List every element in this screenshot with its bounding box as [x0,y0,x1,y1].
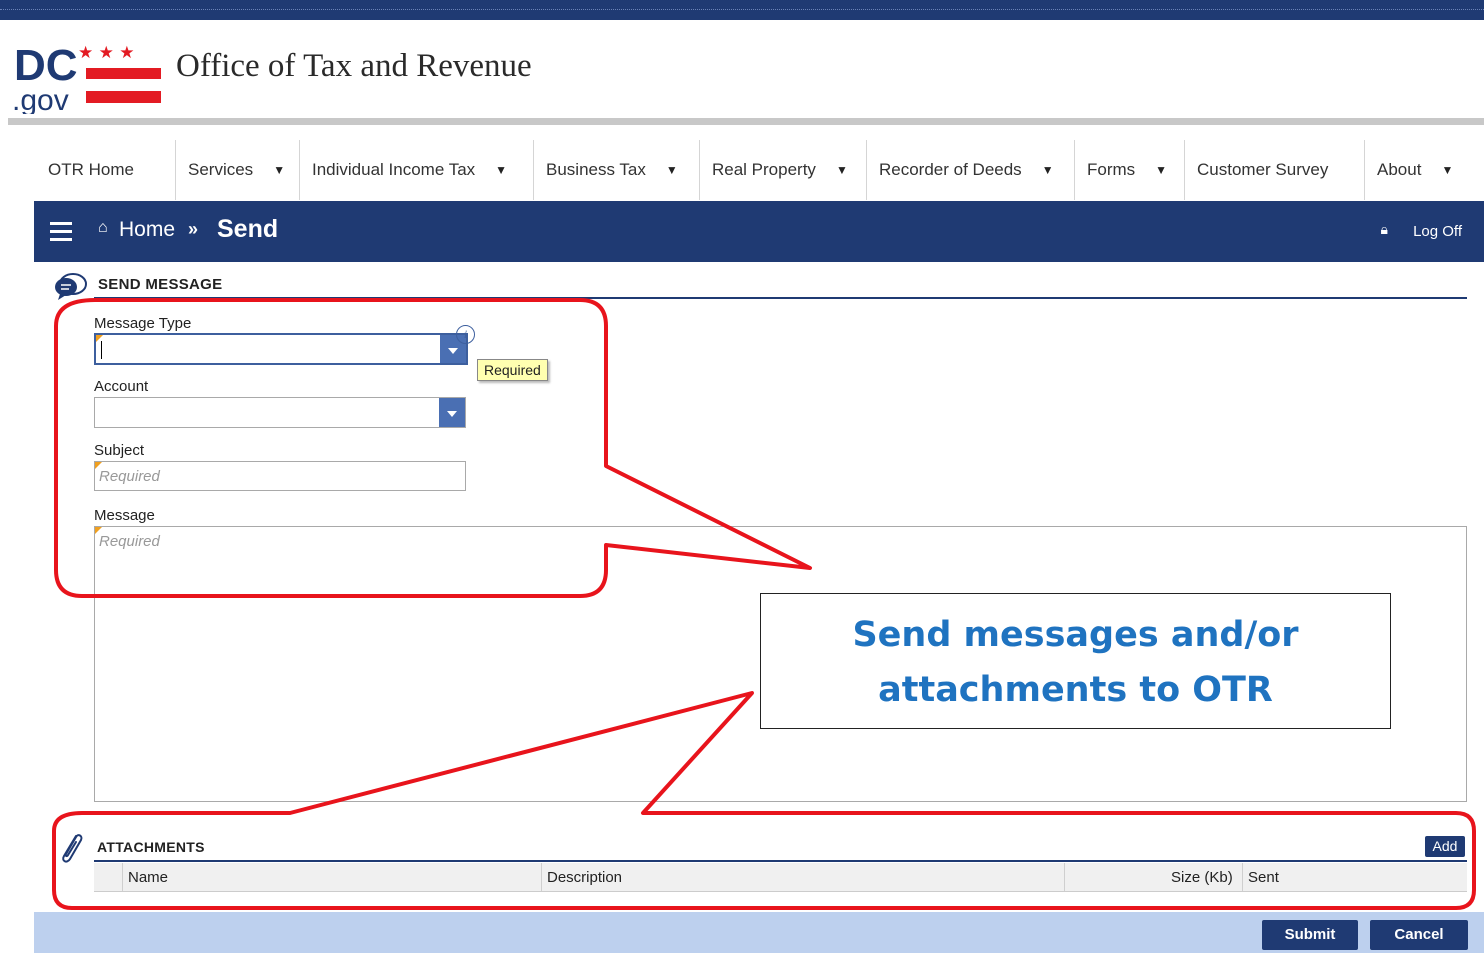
nav-label: OTR Home [48,160,134,179]
logo-dc-text: DC [14,41,78,90]
paperclip-icon [62,834,83,863]
column-header-sent[interactable]: Sent [1248,869,1279,886]
callout-box: Send messages and/or attachments to OTR [760,593,1391,729]
message-placeholder: Required [99,533,160,550]
menu-icon[interactable] [50,222,72,246]
dropdown-arrow-icon[interactable] [439,398,465,427]
nav-label: About [1377,160,1422,179]
nav-label: Individual Income Tax [312,160,476,179]
chevron-down-icon: ▼ [835,163,848,177]
header-divider [8,118,1484,125]
nav-item-individual-income-tax[interactable]: Individual Income Tax ▼ [300,140,534,200]
callout-line-2: attachments to OTR [878,670,1273,710]
message-type-label: Message Type [94,315,192,332]
nav-label: Forms [1087,160,1136,179]
submit-button[interactable]: Submit [1262,920,1358,950]
svg-text:★ ★ ★: ★ ★ ★ [78,43,135,63]
account-select[interactable] [94,397,466,428]
nav-item-forms[interactable]: Forms ▼ [1075,140,1185,200]
section-title-attachments: ATTACHMENTS [97,839,205,855]
site-title: Office of Tax and Revenue [176,48,532,84]
main-nav: OTR Home Services ▼ Individual Income Tax… [36,140,1484,200]
chevron-down-icon: ▼ [665,163,678,177]
speech-bubbles-icon [55,273,87,300]
dc-gov-logo[interactable]: DC .gov ★ ★ ★ [12,38,164,114]
column-header-description[interactable]: Description [547,869,622,886]
column-header-name[interactable]: Name [128,869,168,886]
cancel-button[interactable]: Cancel [1370,920,1468,950]
page-title: Send [217,215,279,243]
home-icon: ⌂ [98,219,108,236]
chevron-down-icon: ▼ [495,163,508,177]
nav-item-otr-home[interactable]: OTR Home [36,140,176,200]
attachments-divider [94,860,1467,862]
column-header-size[interactable]: Size (Kb) [1171,869,1233,886]
message-label: Message [94,507,155,524]
chevron-down-icon: ▼ [273,163,286,177]
add-attachment-button[interactable]: Add [1425,836,1465,857]
breadcrumb-separator: » [188,219,199,239]
message-type-select[interactable] [94,333,468,365]
top-banner-strip [0,0,1484,20]
nav-label: Customer Survey [1197,160,1329,179]
subject-label: Subject [94,442,145,459]
nav-item-services[interactable]: Services ▼ [176,140,300,200]
callout-line-1: Send messages and/or [852,615,1299,655]
chevron-down-icon: ▼ [1041,163,1054,177]
nav-label: Business Tax [546,160,646,179]
nav-item-recorder-of-deeds[interactable]: Recorder of Deeds ▼ [867,140,1075,200]
required-tooltip: Required [477,359,548,381]
nav-item-customer-survey[interactable]: Customer Survey [1185,140,1365,200]
subject-input[interactable]: Required [94,461,466,491]
nav-item-real-property[interactable]: Real Property ▼ [700,140,867,200]
attachments-table-header: Name Description Size (Kb) Sent [94,863,1467,892]
nav-item-about[interactable]: About ▼ [1365,140,1479,200]
subject-placeholder: Required [99,468,160,485]
breadcrumb-bar: ⌂ Home » Send 🔒︎ Log Off [34,201,1484,262]
text-cursor [101,341,102,359]
nav-label: Services [188,160,254,179]
chevron-down-icon: ▼ [1441,163,1454,177]
breadcrumb-home[interactable]: Home [119,218,175,242]
account-label: Account [94,378,149,395]
nav-label: Real Property [712,160,816,179]
logo-gov-text: .gov [12,84,69,114]
lock-icon: 🔒︎ [1380,221,1388,237]
info-icon[interactable]: i [456,325,475,344]
section-title-send-message: SEND MESSAGE [98,276,223,293]
section-divider [94,297,1467,299]
logoff-link[interactable]: Log Off [1413,223,1462,240]
chevron-down-icon: ▼ [1155,163,1168,177]
nav-item-business-tax[interactable]: Business Tax ▼ [534,140,700,200]
nav-label: Recorder of Deeds [879,160,1022,179]
